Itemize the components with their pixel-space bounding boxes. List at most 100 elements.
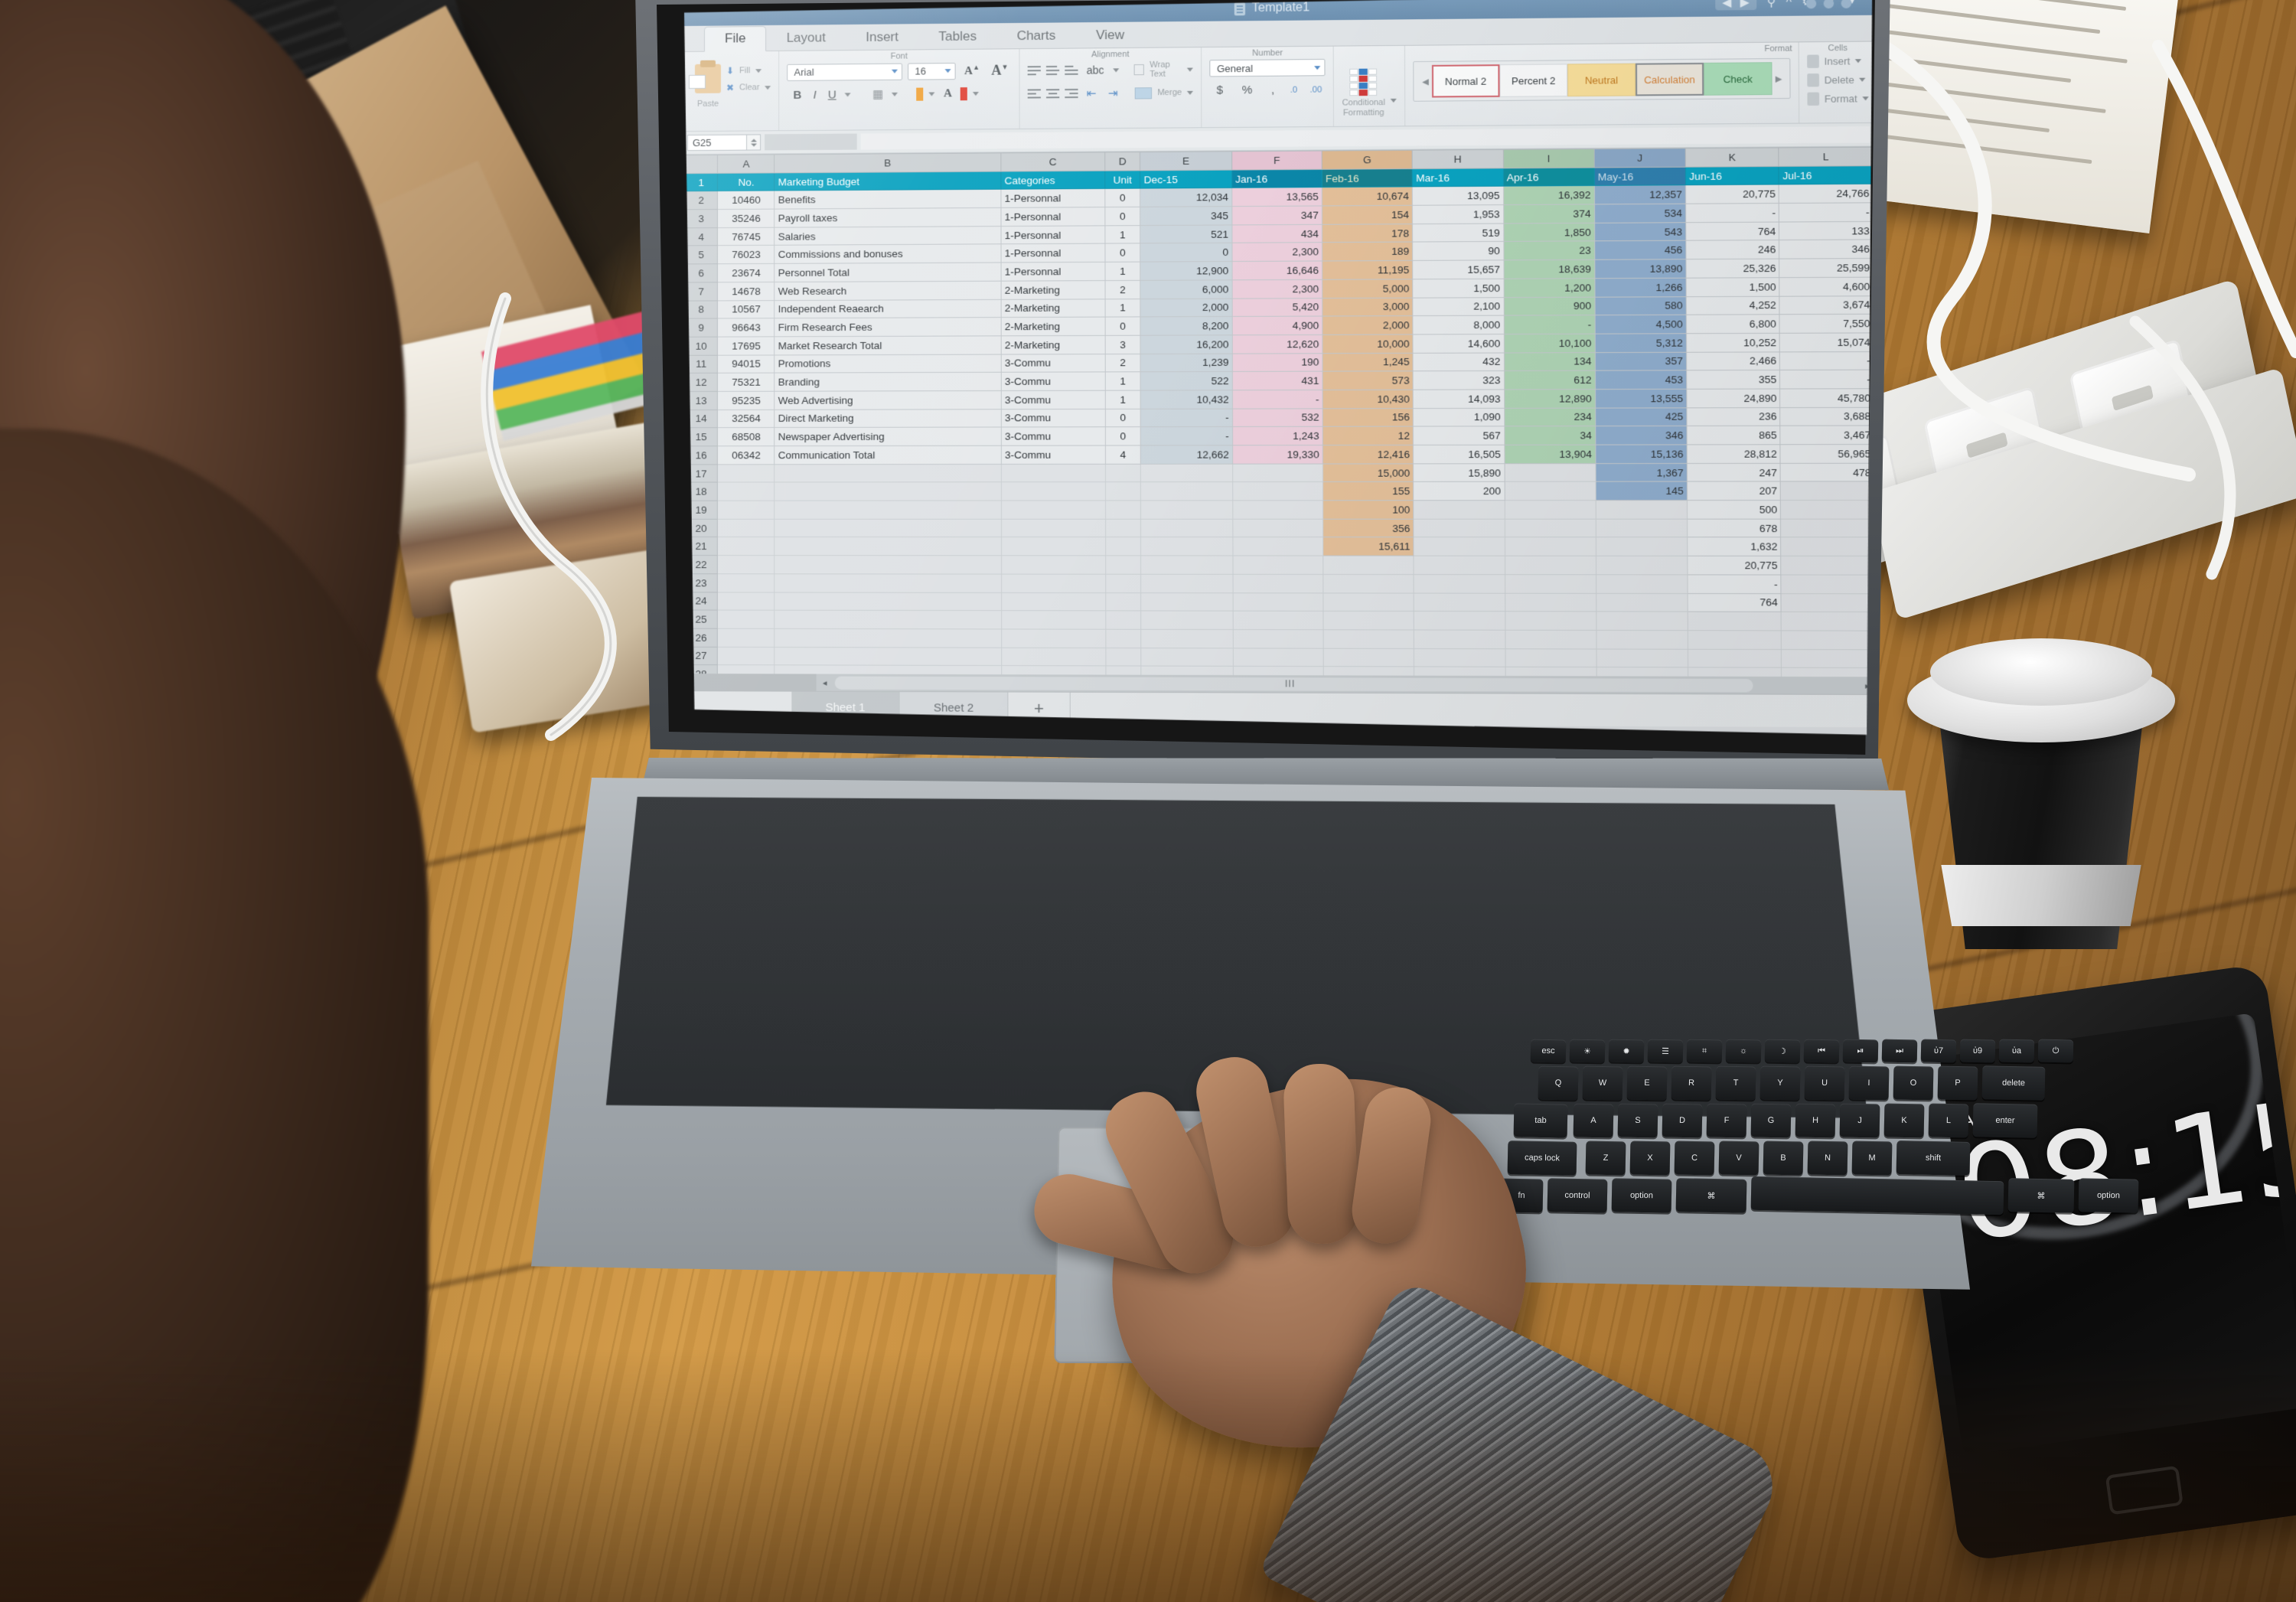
col-header-j[interactable]: J	[1594, 148, 1685, 168]
table-cell[interactable]	[1323, 592, 1414, 611]
insert-cells-button[interactable]: Insert	[1808, 54, 1869, 68]
key-y[interactable]: Y	[1760, 1065, 1801, 1101]
table-cell[interactable]: 11,195	[1322, 261, 1413, 280]
table-cell[interactable]: 1,245	[1322, 353, 1413, 371]
close-dot[interactable]	[1841, 0, 1852, 8]
table-cell[interactable]: 7,550	[1779, 314, 1874, 333]
table-cell[interactable]	[1233, 501, 1323, 519]
table-cell[interactable]: 236	[1687, 407, 1780, 426]
table-cell[interactable]	[1106, 611, 1142, 629]
table-cell[interactable]	[1688, 612, 1781, 631]
table-cell[interactable]: Branding	[775, 373, 1001, 392]
borders-dropdown-icon[interactable]	[892, 92, 898, 96]
table-cell[interactable]: 24,766	[1779, 184, 1874, 204]
table-cell[interactable]: 573	[1322, 371, 1413, 390]
table-cell[interactable]: 500	[1688, 501, 1781, 519]
table-cell[interactable]: 12,357	[1594, 185, 1685, 204]
key-fn[interactable]: ⏭	[1881, 1039, 1918, 1063]
table-cell[interactable]: 865	[1687, 426, 1780, 444]
table-cell[interactable]: 434	[1232, 224, 1322, 243]
table-cell[interactable]: 1,200	[1504, 279, 1595, 298]
table-cell[interactable]	[1233, 629, 1323, 648]
table-cell[interactable]	[1233, 482, 1323, 501]
column-title-cell[interactable]: No.	[718, 173, 775, 191]
table-cell[interactable]: 18,639	[1504, 259, 1595, 279]
table-cell[interactable]	[1233, 592, 1323, 611]
wrap-text-dropdown-icon[interactable]	[1187, 67, 1193, 71]
table-cell[interactable]: 10,674	[1322, 187, 1412, 206]
table-cell[interactable]	[718, 610, 775, 628]
table-cell[interactable]: Market Research Total	[775, 336, 1001, 355]
row-header[interactable]: 10	[684, 337, 718, 355]
key-l[interactable]: L	[1928, 1103, 1969, 1138]
table-cell[interactable]: Commissions and bonuses	[775, 244, 1001, 263]
table-cell[interactable]: 425	[1595, 407, 1687, 426]
table-cell[interactable]: 178	[1322, 223, 1413, 243]
table-cell[interactable]	[1141, 611, 1233, 629]
table-cell[interactable]: 17695	[718, 337, 775, 355]
align-bottom-icon[interactable]	[1065, 66, 1078, 75]
col-header-e[interactable]: E	[1140, 152, 1232, 171]
number-format-select[interactable]: General	[1210, 59, 1326, 77]
table-cell[interactable]	[718, 464, 775, 482]
tab-tables[interactable]: Tables	[918, 24, 996, 49]
table-cell[interactable]	[1414, 556, 1505, 574]
table-cell[interactable]: -	[1780, 370, 1874, 389]
table-cell[interactable]: 12,890	[1504, 390, 1595, 408]
conditional-formatting-icon[interactable]	[1350, 69, 1378, 96]
table-row[interactable]: 21 15,611 1,632	[684, 537, 1875, 556]
table-cell[interactable]: 764	[1688, 593, 1781, 612]
table-cell[interactable]: 10,432	[1140, 390, 1232, 409]
table-cell[interactable]	[775, 610, 1002, 628]
row-header[interactable]: 5	[684, 246, 718, 264]
table-cell[interactable]: 612	[1504, 370, 1595, 389]
currency-format-button[interactable]: $	[1213, 83, 1226, 97]
key-r[interactable]: R	[1671, 1065, 1712, 1101]
table-cell[interactable]	[775, 482, 1001, 501]
key-space[interactable]	[1750, 1176, 2004, 1215]
table-cell[interactable]: 1,090	[1414, 408, 1505, 426]
increase-decimal-button[interactable]: .0	[1290, 85, 1297, 94]
table-cell[interactable]: 3-Commu	[1001, 372, 1105, 390]
style-check[interactable]: Check	[1704, 62, 1773, 96]
style-percent-2[interactable]: Percent 2	[1499, 64, 1567, 96]
table-cell[interactable]	[1233, 537, 1323, 556]
table-cell[interactable]: 2,000	[1322, 316, 1413, 334]
col-header-a[interactable]: A	[718, 155, 775, 173]
table-cell[interactable]: 15,657	[1413, 260, 1504, 279]
table-cell[interactable]: 3,000	[1322, 298, 1413, 317]
styles-next-icon[interactable]: ▶	[1772, 73, 1785, 83]
table-cell[interactable]: 432	[1413, 353, 1504, 371]
table-cell[interactable]: 764	[1686, 222, 1779, 241]
key-x[interactable]: X	[1629, 1140, 1671, 1176]
table-cell[interactable]	[1505, 482, 1596, 501]
align-middle-icon[interactable]	[1046, 66, 1059, 75]
table-cell[interactable]: Independent Reaearch	[775, 299, 1001, 318]
table-cell[interactable]: 3	[1105, 335, 1140, 354]
table-cell[interactable]	[1414, 630, 1505, 648]
fill-color-icon[interactable]	[917, 87, 924, 100]
key-fn[interactable]: ⏻	[2037, 1039, 2074, 1063]
table-cell[interactable]: 347	[1232, 206, 1322, 225]
table-cell[interactable]	[1596, 556, 1688, 574]
table-cell[interactable]	[1105, 592, 1141, 611]
orientation-button[interactable]: abc	[1084, 63, 1107, 77]
table-cell[interactable]: 2-Marketing	[1001, 317, 1105, 335]
table-cell[interactable]: -	[1779, 203, 1874, 222]
table-cell[interactable]	[1141, 556, 1233, 574]
table-cell[interactable]: 1,850	[1503, 223, 1594, 242]
row-header[interactable]: 4	[684, 227, 718, 246]
table-cell[interactable]	[775, 574, 1002, 592]
formula-input[interactable]	[861, 126, 1870, 150]
table-cell[interactable]	[1001, 464, 1105, 482]
key-enter[interactable]: enter	[1972, 1103, 2038, 1138]
table-cell[interactable]: 3-Commu	[1001, 427, 1105, 445]
table-cell[interactable]	[1002, 611, 1106, 629]
column-title-cell[interactable]: Jan-16	[1232, 169, 1322, 188]
key-fn[interactable]: ⌗	[1686, 1039, 1723, 1063]
table-cell[interactable]: 534	[1594, 204, 1686, 223]
table-cell[interactable]	[1505, 593, 1596, 612]
column-title-cell[interactable]: Marketing Budget	[775, 171, 1001, 191]
table-cell[interactable]: 06342	[718, 446, 775, 465]
window-traffic-lights[interactable]	[1806, 0, 1851, 8]
